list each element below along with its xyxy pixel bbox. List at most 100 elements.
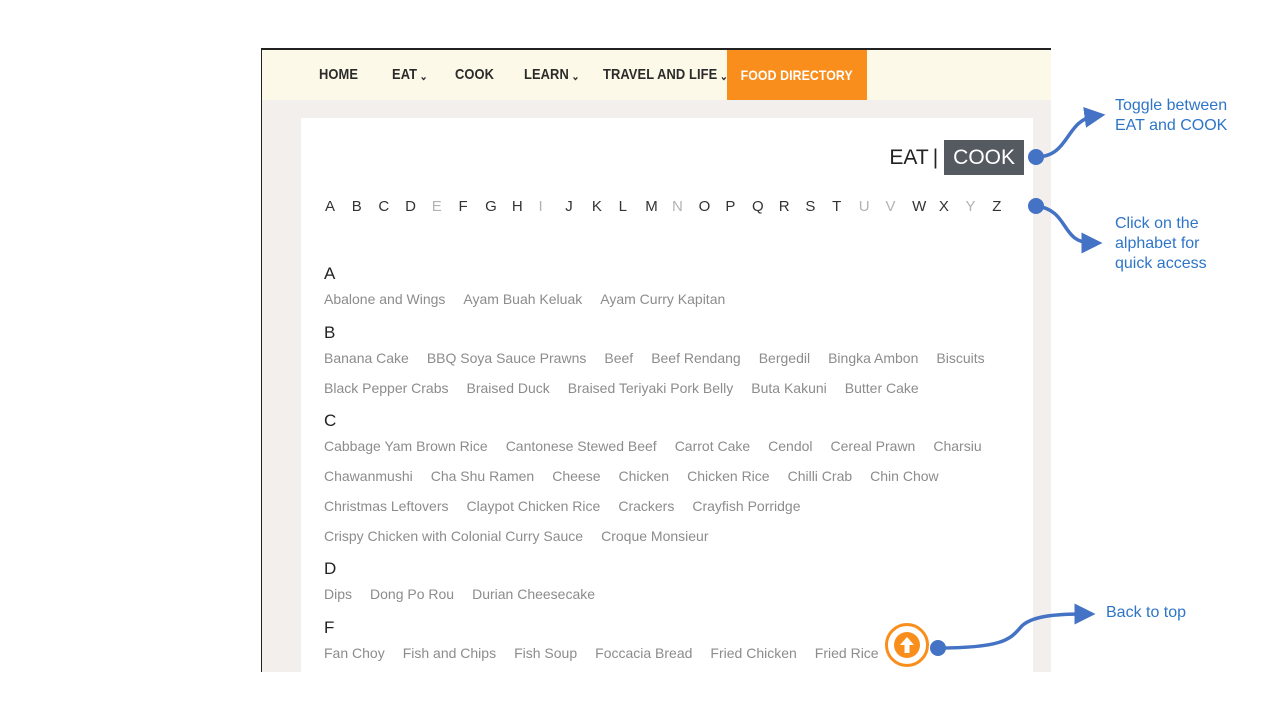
food-link[interactable]: Crayfish Porridge xyxy=(692,491,800,521)
section-heading: D xyxy=(324,559,337,578)
food-link[interactable]: Black Pepper Crabs xyxy=(324,373,449,403)
food-link[interactable]: Christmas Leftovers xyxy=(324,491,448,521)
main-nav: HOME EAT ⌄ COOK LEARN ⌄ TRAVEL AND LIFE ⌄ F… xyxy=(262,50,1051,100)
alphabet-letter-j[interactable]: J xyxy=(565,198,592,218)
alphabet-letter-e: E xyxy=(431,198,442,215)
alphabet-letter-h[interactable]: H xyxy=(512,198,539,218)
food-link[interactable]: Banana Cake xyxy=(324,343,409,373)
food-link[interactable]: Braised Teriyaki Pork Belly xyxy=(568,373,733,403)
toggle-separator: | xyxy=(932,145,939,169)
food-link[interactable]: Fish and Chips xyxy=(403,638,496,668)
food-link[interactable]: BBQ Soya Sauce Prawns xyxy=(427,343,587,373)
food-link[interactable]: Croque Monsieur xyxy=(601,521,708,551)
food-link[interactable]: Cantonese Stewed Beef xyxy=(506,431,657,461)
directory-panel: EAT | COOK ABCDEFGHIJKLMNOPQRSTUVWXYZ AA… xyxy=(301,118,1033,672)
food-link[interactable]: Charsiu xyxy=(933,431,981,461)
food-link[interactable]: Fried Chicken xyxy=(710,638,796,668)
section-d: D Dips Dong Po Rou Durian Cheesecake xyxy=(324,559,1014,609)
food-link[interactable]: Chicken xyxy=(619,461,670,491)
alphabet-letter-u: U xyxy=(858,198,870,215)
food-link[interactable]: Cereal Prawn xyxy=(831,431,916,461)
chevron-down-icon: ⌄ xyxy=(419,71,428,83)
food-link[interactable]: Ayam Buah Keluak xyxy=(463,284,582,314)
food-directory-page: HOME EAT ⌄ COOK LEARN ⌄ TRAVEL AND LIFE ⌄ F… xyxy=(261,48,1051,672)
food-link[interactable]: Beef Rendang xyxy=(651,343,741,373)
alphabet-letter-g[interactable]: G xyxy=(485,198,512,218)
food-link[interactable]: Bingka Ambon xyxy=(828,343,918,373)
food-link[interactable]: Fan Choy xyxy=(324,638,385,668)
food-link[interactable]: Biscuits xyxy=(936,343,984,373)
alphabet-letter-p[interactable]: P xyxy=(725,198,752,218)
food-link[interactable]: Butter Cake xyxy=(845,373,919,403)
annotation-alphabet: Click on the alphabet for quick access xyxy=(1115,215,1207,272)
food-link[interactable]: Braised Duck xyxy=(467,373,550,403)
food-row: Black Pepper Crabs Braised Duck Braised Te… xyxy=(324,373,1014,403)
nav-item-food-directory[interactable]: FOOD DIRECTORY xyxy=(727,50,867,100)
alphabet-letter-r[interactable]: R xyxy=(779,198,806,218)
section-heading: A xyxy=(324,264,336,283)
food-link[interactable]: Cheese xyxy=(552,461,600,491)
annotation-toggle: Toggle between EAT and COOK xyxy=(1115,97,1228,134)
nav-item-eat[interactable]: EAT ⌄ xyxy=(392,50,428,100)
food-row: Dips Dong Po Rou Durian Cheesecake xyxy=(324,579,1014,609)
food-link[interactable]: Dong Po Rou xyxy=(370,579,454,609)
food-link[interactable]: Chin Chow xyxy=(870,461,938,491)
food-link[interactable]: Buta Kakuni xyxy=(751,373,827,403)
food-row: Christmas Leftovers Claypot Chicken Rice C… xyxy=(324,491,1014,521)
food-link[interactable]: Abalone and Wings xyxy=(324,284,445,314)
food-link[interactable]: Fried Rice xyxy=(815,638,879,668)
alphabet-letter-f[interactable]: F xyxy=(458,198,485,218)
alphabet-letter-w[interactable]: W xyxy=(912,198,939,218)
alphabet-letter-x[interactable]: X xyxy=(939,198,966,218)
alphabet-letter-v: V xyxy=(885,198,896,215)
food-link[interactable]: Carrot Cake xyxy=(675,431,750,461)
food-link[interactable]: Crackers xyxy=(618,491,674,521)
section-heading: B xyxy=(324,323,336,342)
arrow-up-circle-icon xyxy=(894,632,920,658)
section-b: B Banana Cake BBQ Soya Sauce Prawns Beef Bee… xyxy=(324,323,1014,403)
alphabet-letter-t[interactable]: T xyxy=(832,198,859,218)
alphabet-letter-c[interactable]: C xyxy=(378,198,405,218)
food-link[interactable]: Cabbage Yam Brown Rice xyxy=(324,431,488,461)
food-link[interactable]: Crispy Chicken with Colonial Curry Sauce xyxy=(324,521,583,551)
annotation-back-to-top: Back to top xyxy=(1106,604,1187,621)
alphabet-index: ABCDEFGHI JKLMNOPQRSTUVWXYZ xyxy=(325,198,1019,218)
nav-item-home[interactable]: HOME xyxy=(319,50,358,100)
section-a: A Abalone and Wings Ayam Buah Keluak Ayam C… xyxy=(324,264,1014,314)
food-row: Chawanmushi Cha Shu Ramen Cheese Chicken Chi… xyxy=(324,461,1014,491)
nav-item-learn[interactable]: LEARN ⌄ xyxy=(524,50,579,100)
alphabet-letter-o[interactable]: O xyxy=(699,198,726,218)
alphabet-letter-d[interactable]: D xyxy=(405,198,432,218)
food-link[interactable]: Cha Shu Ramen xyxy=(431,461,535,491)
food-link[interactable]: Dips xyxy=(324,579,352,609)
food-link[interactable]: Durian Cheesecake xyxy=(472,579,595,609)
nav-item-cook[interactable]: COOK xyxy=(455,50,494,100)
food-row: Abalone and Wings Ayam Buah Keluak Ayam Cu… xyxy=(324,284,1014,314)
food-link[interactable]: Beef xyxy=(604,343,633,373)
food-link[interactable]: Fish Soup xyxy=(514,638,577,668)
food-row: Banana Cake BBQ Soya Sauce Prawns Beef Beef… xyxy=(324,343,1014,373)
alphabet-letter-n: N xyxy=(671,198,683,215)
nav-item-travel-and-life[interactable]: TRAVEL AND LIFE ⌄ xyxy=(603,50,728,100)
back-to-top-button[interactable] xyxy=(885,623,929,667)
food-link[interactable]: Bergedil xyxy=(759,343,810,373)
toggle-cook[interactable]: COOK xyxy=(944,140,1024,175)
toggle-eat[interactable]: EAT xyxy=(889,146,928,170)
food-link[interactable]: Chawanmushi xyxy=(324,461,413,491)
alphabet-letter-z[interactable]: Z xyxy=(992,198,1019,218)
alphabet-letter-a[interactable]: A xyxy=(325,198,352,218)
food-link[interactable]: Claypot Chicken Rice xyxy=(466,491,600,521)
alphabet-letter-l[interactable]: L xyxy=(619,198,646,218)
food-link[interactable]: Foccacia Bread xyxy=(595,638,692,668)
section-heading: C xyxy=(324,411,337,430)
alphabet-letter-k[interactable]: K xyxy=(592,198,619,218)
alphabet-letter-s[interactable]: S xyxy=(805,198,832,218)
food-link[interactable]: Chilli Crab xyxy=(788,461,853,491)
alphabet-letter-q[interactable]: Q xyxy=(752,198,779,218)
food-link[interactable]: Cendol xyxy=(768,431,812,461)
alphabet-letter-b[interactable]: B xyxy=(352,198,379,218)
food-link[interactable]: Chicken Rice xyxy=(687,461,769,491)
food-link[interactable]: Ayam Curry Kapitan xyxy=(600,284,725,314)
alphabet-letter-m[interactable]: M xyxy=(645,198,672,218)
alphabet-letter-y: Y xyxy=(965,198,976,215)
